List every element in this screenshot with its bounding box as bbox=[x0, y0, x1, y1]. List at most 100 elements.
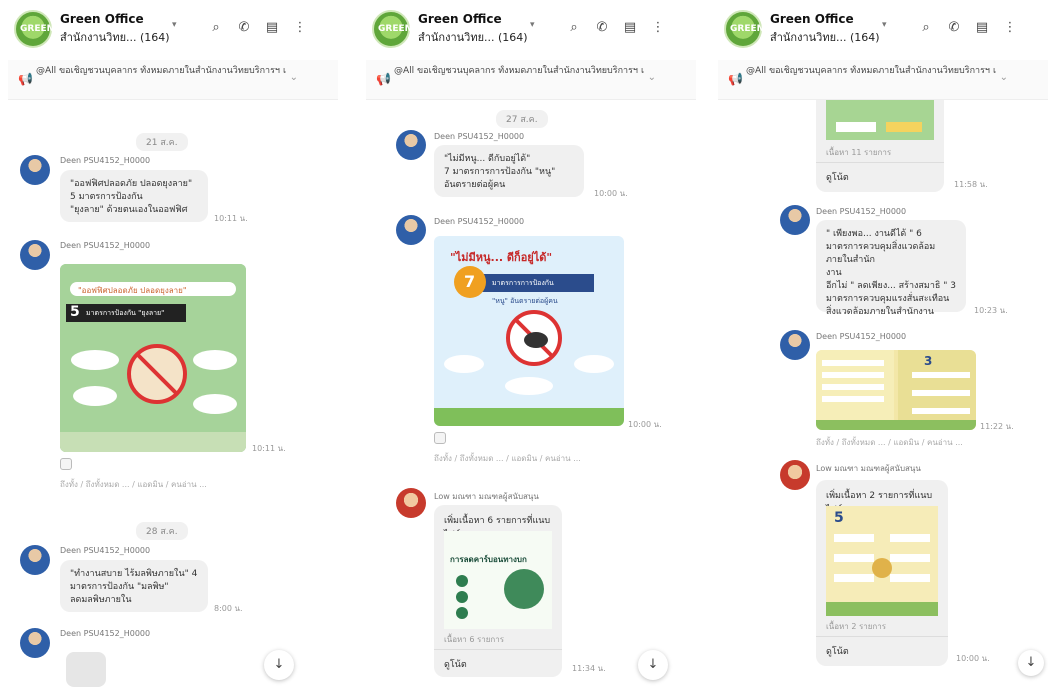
sender-name[interactable]: Deen PSU4152_H0000 bbox=[816, 332, 906, 341]
office-environment-infographic-image bbox=[816, 350, 976, 430]
note-card[interactable]: เพิ่มเนื้อหา 2 รายการที่แนบไฟล์ 5 เนื้อห… bbox=[816, 480, 948, 666]
image-subtitle: มาตรการการป้องกัน bbox=[492, 279, 554, 287]
avatar[interactable] bbox=[780, 205, 810, 235]
view-note-button[interactable]: ดูโน้ต bbox=[826, 644, 849, 658]
group-avatar[interactable]: GREEN bbox=[14, 10, 54, 48]
avatar[interactable] bbox=[780, 460, 810, 490]
sender-name[interactable]: Deen PSU4152_H0000 bbox=[60, 156, 150, 165]
avatar[interactable] bbox=[396, 130, 426, 160]
message-time: 10:00 น. bbox=[628, 420, 662, 429]
announcement-bar[interactable]: 📢 @All ขอเชิญชวนบุคลากร ทั้งหมดภายในสำนั… bbox=[8, 60, 338, 100]
note-card[interactable]: เพิ่มเนื้อหา 6 รายการที่แนบไฟล์ การลดคาร… bbox=[434, 505, 562, 677]
chevron-down-icon[interactable]: ⌄ bbox=[1000, 72, 1008, 83]
announcement-bar[interactable]: 📢 @All ขอเชิญชวนบุคลากร ทั้งหมดภายในสำนั… bbox=[366, 60, 696, 100]
chevron-down-icon[interactable]: ▾ bbox=[530, 20, 535, 30]
avatar[interactable] bbox=[20, 628, 50, 658]
view-note-button[interactable]: ดูโน้ต bbox=[444, 657, 467, 671]
sender-name[interactable]: Deen PSU4152_H0000 bbox=[60, 629, 150, 638]
sender-name[interactable]: Low มณฑา มณฑลผู้สนับสนุน bbox=[434, 490, 539, 503]
image-message[interactable]: "ออฟฟิศปลอดภัย ปลอดยุงลาย" 5 มาตรการป้อง… bbox=[60, 264, 246, 452]
chat-panel-2: GREEN Green Office สำนักงานวิทย... (164)… bbox=[366, 0, 696, 687]
header-actions: ⌕ ✆ ▤ ⋮ bbox=[208, 20, 308, 35]
note-thumbnail: การลดคาร์บอนทางบก bbox=[444, 531, 552, 629]
message-bubble[interactable]: " เพียงพอ... งานดีได้ " 6 มาตรการควบคุมส… bbox=[816, 220, 966, 317]
notes-icon[interactable]: ▤ bbox=[264, 20, 280, 35]
message-time: 11:34 น. bbox=[572, 664, 606, 673]
avatar[interactable] bbox=[20, 155, 50, 185]
group-name[interactable]: Green Office bbox=[418, 12, 502, 26]
message-time: 10:00 น. bbox=[594, 189, 628, 198]
read-receipts: ถึงทั้ง / ถึงทั้งหมด ... / แอดมิน / คนอ่… bbox=[816, 438, 963, 447]
avatar-text: GREEN bbox=[378, 24, 413, 34]
chevron-down-icon[interactable]: ▾ bbox=[172, 20, 177, 30]
notes-icon[interactable]: ▤ bbox=[974, 20, 990, 35]
group-avatar[interactable]: GREEN bbox=[372, 10, 413, 48]
message-bubble[interactable]: "ออฟฟิศปลอดภัย ปลอดยุงลาย" 5 มาตรการป้อง… bbox=[60, 170, 208, 222]
carbon-infographic-image bbox=[444, 531, 552, 629]
chat-header: GREEN Green Office สำนักงานวิทย... (164)… bbox=[718, 6, 1048, 52]
view-note-button[interactable]: ดูโน้ต bbox=[826, 170, 849, 184]
message-bubble[interactable]: "ทำงานสบาย ไร้มลพิษภายใน" 4 มาตรการป้องก… bbox=[60, 560, 208, 612]
more-icon[interactable]: ⋮ bbox=[1002, 20, 1018, 35]
message-time: 10:11 น. bbox=[252, 444, 286, 453]
more-icon[interactable]: ⋮ bbox=[292, 20, 308, 35]
announcement-text: @All ขอเชิญชวนบุคลากร ทั้งหมดภายในสำนักง… bbox=[746, 66, 996, 76]
sender-name[interactable]: Deen PSU4152_H0000 bbox=[60, 241, 150, 250]
notes-icon[interactable]: ▤ bbox=[622, 20, 638, 35]
sender-name[interactable]: Deen PSU4152_H0000 bbox=[434, 132, 524, 141]
note-item-count: เนื้อหา 2 รายการ bbox=[826, 622, 887, 631]
group-avatar[interactable]: GREEN bbox=[724, 10, 765, 48]
chat-panel-3: GREEN Green Office สำนักงานวิทย... (164)… bbox=[718, 0, 1048, 687]
announcement-bar[interactable]: 📢 @All ขอเชิญชวนบุคลากร ทั้งหมดภายในสำนั… bbox=[718, 60, 1048, 100]
more-icon[interactable]: ⋮ bbox=[650, 20, 666, 35]
reaction-icon[interactable] bbox=[434, 432, 446, 444]
phone-icon[interactable]: ✆ bbox=[236, 20, 252, 35]
message-time: 10:00 น. bbox=[956, 654, 990, 663]
divider bbox=[816, 162, 944, 163]
image-subtitle-2: "หนู" อันตรายต่อผู้คน bbox=[492, 297, 558, 305]
note-card[interactable]: เนื้อหา 11 รายการ ดูโน้ต bbox=[816, 100, 944, 192]
announcement-text: @All ขอเชิญชวนบุคลากร ทั้งหมดภายในสำนักง… bbox=[36, 66, 286, 76]
megaphone-icon: 📢 bbox=[18, 72, 33, 86]
group-name[interactable]: Green Office bbox=[770, 12, 854, 26]
sender-name[interactable]: Deen PSU4152_H0000 bbox=[60, 546, 150, 555]
arrow-down-icon[interactable]: ↓ bbox=[638, 650, 668, 680]
message-bubble[interactable]: "ไม่มีหนู... ดีกับอยู่ได้" 7 มาตรการการป… bbox=[434, 145, 584, 197]
avatar[interactable] bbox=[396, 488, 426, 518]
avatar[interactable] bbox=[20, 545, 50, 575]
chevron-down-icon[interactable]: ▾ bbox=[882, 20, 887, 30]
search-icon[interactable]: ⌕ bbox=[566, 20, 582, 35]
group-subtitle[interactable]: สำนักงานวิทย... (164) bbox=[770, 28, 880, 46]
avatar[interactable] bbox=[396, 215, 426, 245]
thumbnail-number: 5 bbox=[834, 510, 844, 526]
sender-name[interactable]: Deen PSU4152_H0000 bbox=[816, 207, 906, 216]
image-loading-placeholder[interactable] bbox=[66, 652, 106, 687]
note-thumbnail: 5 bbox=[826, 506, 938, 616]
divider bbox=[434, 649, 562, 650]
group-subtitle[interactable]: สำนักงานวิทย... (164) bbox=[60, 28, 170, 46]
sender-name[interactable]: Low มณฑา มณฑลผู้สนับสนุน bbox=[816, 462, 921, 475]
megaphone-icon: 📢 bbox=[376, 72, 391, 86]
group-subtitle[interactable]: สำนักงานวิทย... (164) bbox=[418, 28, 528, 46]
search-icon[interactable]: ⌕ bbox=[208, 20, 224, 35]
group-name[interactable]: Green Office bbox=[60, 12, 144, 26]
search-icon[interactable]: ⌕ bbox=[918, 20, 934, 35]
avatar-text: GREEN bbox=[730, 24, 765, 34]
divider bbox=[816, 636, 948, 637]
sender-name[interactable]: Deen PSU4152_H0000 bbox=[434, 217, 524, 226]
avatar[interactable] bbox=[780, 330, 810, 360]
chat-header: GREEN Green Office สำนักงานวิทย... (164)… bbox=[8, 6, 338, 52]
image-message[interactable]: "ไม่มีหนู... ดีก็อยู่ได้" 7 มาตรการการป้… bbox=[434, 236, 624, 426]
arrow-down-icon[interactable]: ↓ bbox=[264, 650, 294, 680]
phone-icon[interactable]: ✆ bbox=[594, 20, 610, 35]
phone-icon[interactable]: ✆ bbox=[946, 20, 962, 35]
image-message[interactable]: 3 bbox=[816, 350, 976, 430]
read-receipts: ถึงทั้ง / ถึงทั้งหมด ... / แอดมิน / คนอ่… bbox=[60, 480, 207, 489]
avatar[interactable] bbox=[20, 240, 50, 270]
chat-panel-1: GREEN Green Office สำนักงานวิทย... (164)… bbox=[8, 0, 338, 687]
chevron-down-icon[interactable]: ⌄ bbox=[290, 72, 298, 83]
chevron-down-icon[interactable]: ⌄ bbox=[648, 72, 656, 83]
arrow-down-icon[interactable]: ↓ bbox=[1018, 650, 1044, 676]
reaction-icon[interactable] bbox=[60, 458, 72, 470]
header-actions: ⌕ ✆ ▤ ⋮ bbox=[566, 20, 666, 35]
